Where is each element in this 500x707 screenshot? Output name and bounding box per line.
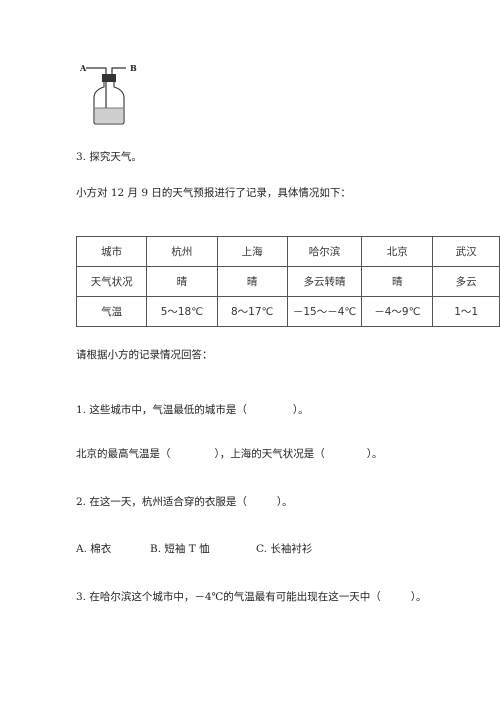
question-1-sub: 北京的最高气温是（ ），上海的天气状况是（ ）。 — [76, 447, 383, 461]
question-2-text: 2. 在这一天，杭州适合穿的衣服是（ — [76, 496, 247, 508]
question-2: 2. 在这一天，杭州适合穿的衣服是（ ）。 — [76, 495, 293, 509]
option-c: C. 长袖衬衫 — [256, 543, 313, 555]
table-row: 天气状况 晴 晴 多云转晴 晴 多云 — [75, 266, 500, 297]
table-cell: 晴 — [146, 266, 218, 297]
question-2-end: ）。 — [276, 496, 293, 508]
question-1: 1. 这些城市中，气温最低的城市是（ ）。 — [76, 403, 309, 417]
table-cell: 1～1 — [432, 296, 500, 327]
table-row: 气温 5～18℃ 8～17℃ －15～－4℃ －4～9℃ 1～1 — [75, 296, 500, 327]
weather-table: 城市 杭州 上海 哈尔滨 北京 武汉 天气状况 晴 晴 多云转晴 晴 多云 气温… — [75, 236, 500, 327]
prompt-text: 请根据小方的记录情况回答： — [76, 349, 213, 361]
section-heading: 3. 探究天气。 — [76, 151, 142, 163]
label-a: A — [80, 63, 87, 73]
question-1-sub-part2: ），上海的天气状况是（ — [214, 448, 325, 460]
table-cell: 北京 — [361, 236, 434, 267]
question-3-end: ）。 — [410, 591, 427, 603]
table-cell: 5～18℃ — [146, 296, 218, 327]
option-a: A. 棉衣 — [76, 543, 112, 555]
table-cell: 哈尔滨 — [286, 236, 363, 267]
table-cell: －4～9℃ — [361, 296, 434, 327]
table-cell: 天气状况 — [75, 266, 148, 297]
gas-bottle-icon — [86, 67, 126, 125]
table-cell: 上海 — [216, 236, 288, 267]
intro-text: 小方对 12 月 9 日的天气预报进行了记录，具体情况如下： — [76, 187, 351, 199]
question-3: 3. 在哈尔滨这个城市中，－4℃的气温最有可能出现在这一天中（ ）。 — [76, 590, 427, 604]
label-b: B — [130, 63, 137, 73]
question-1-text: 1. 这些城市中，气温最低的城市是（ — [76, 404, 247, 416]
option-b: B. 短袖 T 恤 — [150, 543, 210, 555]
table-cell: 城市 — [75, 236, 148, 267]
question-1-sub-part3: ）。 — [366, 448, 383, 460]
table-cell: 8～17℃ — [216, 296, 288, 327]
question-1-end: ）。 — [292, 404, 309, 416]
table-cell: 多云 — [432, 266, 500, 297]
gas-bottle-diagram: A B — [78, 60, 148, 130]
table-cell: 晴 — [361, 266, 434, 297]
table-cell: 杭州 — [146, 236, 218, 267]
table-cell: 多云转晴 — [286, 266, 363, 297]
table-cell: －15～－4℃ — [286, 296, 363, 327]
document-page: A B 3. 探究天气。 小方对 12 月 9 日的天气预报进行了记录，具体情况… — [0, 0, 500, 707]
table-row: 城市 杭州 上海 哈尔滨 北京 武汉 — [75, 236, 500, 267]
question-1-sub-part1: 北京的最高气温是（ — [76, 448, 171, 460]
table-cell: 气温 — [75, 296, 148, 327]
table-cell: 武汉 — [432, 236, 500, 267]
table-cell: 晴 — [216, 266, 288, 297]
question-3-text: 3. 在哈尔滨这个城市中，－4℃的气温最有可能出现在这一天中（ — [76, 591, 381, 603]
